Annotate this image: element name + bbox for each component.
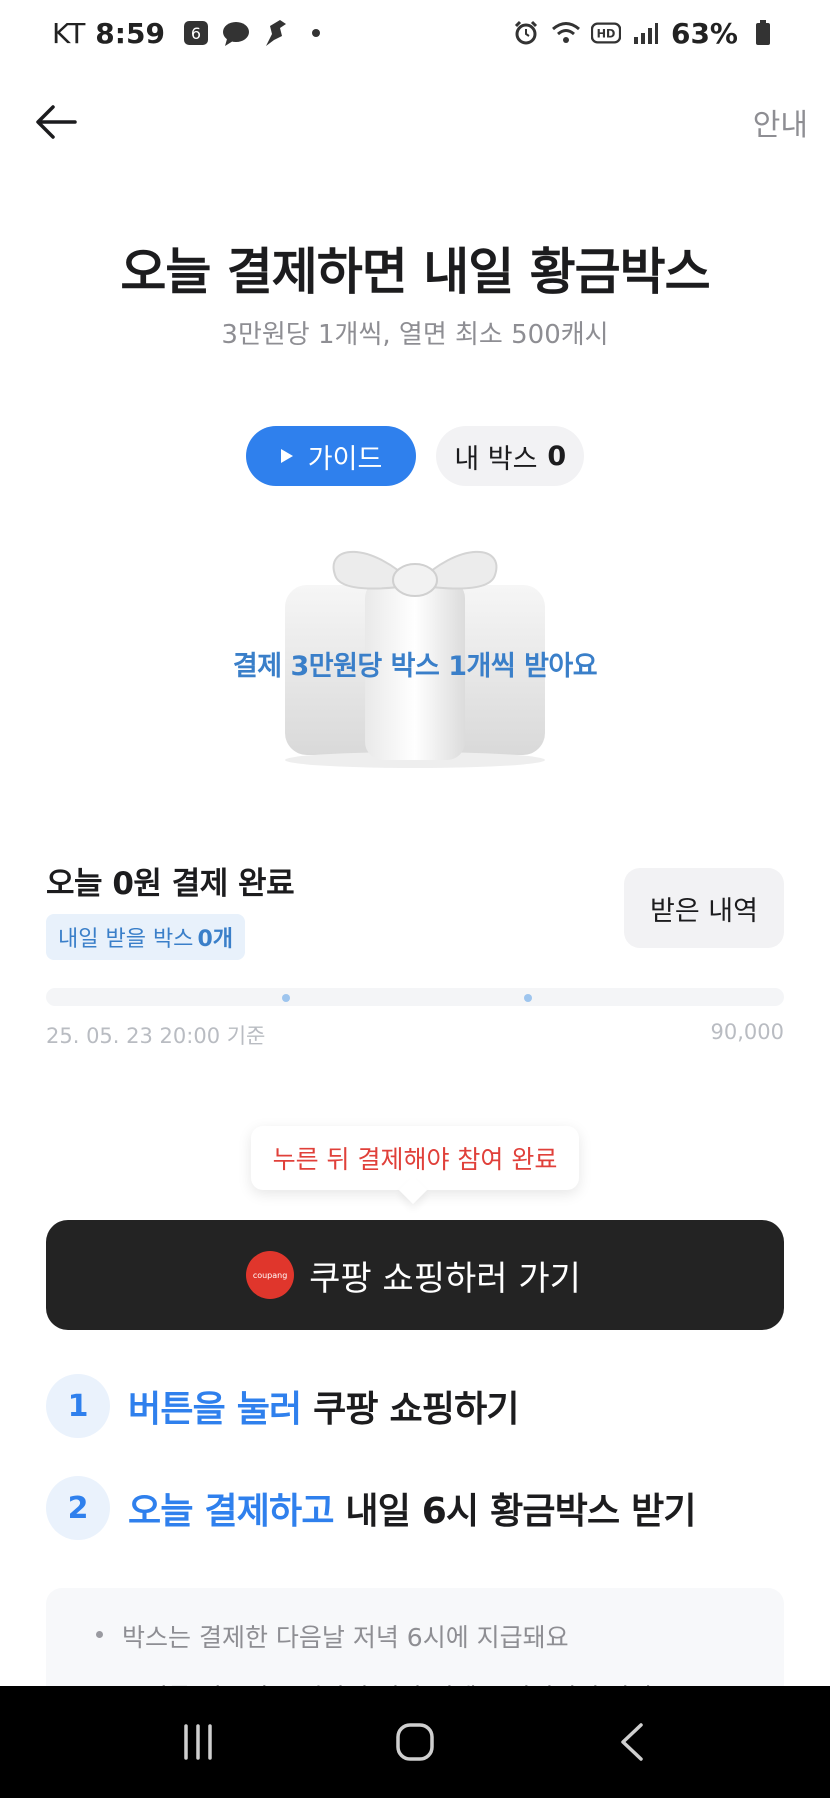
chat-icon (221, 18, 251, 48)
clock: 8:59 (95, 16, 165, 50)
progress-milestone (524, 994, 532, 1002)
coupang-logo-icon: coupang (249, 1254, 292, 1296)
status-bar: KT 8:59 6 HD 63% (0, 0, 830, 66)
step-item-1: 1 버튼을 눌러 쿠팡 쇼핑하기 (46, 1374, 520, 1438)
battery-icon (748, 18, 778, 48)
tooltip-text: 누른 뒤 결제해야 참여 완료 (272, 1145, 558, 1174)
info-link[interactable]: 안내 (753, 100, 808, 144)
system-back-button[interactable] (592, 1702, 672, 1782)
tooltip-tail (398, 1175, 428, 1205)
step-number: 1 (46, 1374, 110, 1438)
cta-label: 쿠팡 쇼핑하러 가기 (309, 1258, 581, 1299)
progress-timestamp: 25. 05. 23 20:00 기준 (46, 1024, 266, 1048)
bird-icon (261, 18, 291, 48)
payment-status-title: 오늘 0원 결제 완료 (46, 866, 295, 902)
status-right: HD 63% (511, 17, 778, 50)
pill-row: 가이드 내 박스 0 (0, 426, 830, 486)
app-notification-icon: 6 (181, 18, 211, 48)
battery-percent: 63% (670, 16, 738, 50)
wifi-icon (551, 18, 581, 48)
play-icon (280, 449, 293, 463)
home-icon (396, 1723, 434, 1761)
system-nav-bar (0, 1686, 830, 1798)
svg-text:6: 6 (191, 24, 201, 43)
tomorrow-box-badge: 내일 받을 박스 0개 (46, 914, 245, 960)
tomorrow-box-label: 내일 받을 박스 (58, 927, 194, 952)
svg-text:HD: HD (597, 28, 616, 41)
step-item-2: 2 오늘 결제하고 내일 6시 황금박스 받기 (46, 1476, 697, 1540)
step-rest: 쿠팡 쇼핑하기 (301, 1389, 519, 1430)
home-button[interactable] (375, 1702, 455, 1782)
progress-meta: 25. 05. 23 20:00 기준 90,000 (46, 1020, 784, 1050)
hd-icon: HD (590, 18, 621, 48)
progress-milestone (282, 994, 290, 1002)
step-rest: 내일 6시 황금박스 받기 (333, 1491, 696, 1532)
status-left: KT 8:59 6 (52, 17, 331, 50)
arrow-left-icon (36, 105, 77, 139)
progress-bar (46, 988, 784, 1006)
page-subtitle: 3만원당 1개씩, 열면 최소 500캐시 (221, 320, 609, 350)
recent-apps-icon (184, 1724, 213, 1760)
tomorrow-box-count: 0개 (197, 927, 233, 952)
carrier-label: KT (52, 16, 86, 50)
step-text: 버튼을 눌러 쿠팡 쇼핑하기 (128, 1380, 520, 1432)
alarm-icon (511, 18, 541, 48)
step-highlight: 버튼을 눌러 (128, 1389, 302, 1430)
my-box-label: 내 박스 (454, 443, 538, 475)
step-number: 2 (46, 1476, 110, 1540)
guide-button[interactable]: 가이드 (245, 426, 417, 486)
step-text: 오늘 결제하고 내일 6시 황금박스 받기 (128, 1482, 697, 1534)
signal-icon (631, 18, 661, 48)
page-title: 오늘 결제하면 내일 황금박스 (120, 243, 710, 301)
my-box-pill[interactable]: 내 박스 0 (436, 426, 585, 486)
header: 안내 (0, 82, 830, 162)
dot-icon (301, 18, 331, 48)
coupang-shopping-button[interactable]: coupang 쿠팡 쇼핑하러 가기 (46, 1220, 784, 1330)
step-highlight: 오늘 결제하고 (128, 1491, 334, 1532)
cta-tooltip: 누른 뒤 결제해야 참여 완료 (251, 1126, 579, 1205)
progress-max-amount: 90,000 (710, 1020, 784, 1044)
gift-caption: 결제 3만원당 박스 1개씩 받아요 (232, 651, 598, 682)
guide-label: 가이드 (307, 443, 383, 475)
back-icon (620, 1723, 643, 1761)
history-button[interactable]: 받은 내역 (624, 868, 784, 948)
back-button[interactable] (30, 96, 82, 148)
recent-apps-button[interactable] (158, 1702, 238, 1782)
my-box-count: 0 (547, 440, 567, 472)
notice-item: 박스는 결제한 다음날 저녁 6시에 지급돼요 (96, 1618, 734, 1654)
